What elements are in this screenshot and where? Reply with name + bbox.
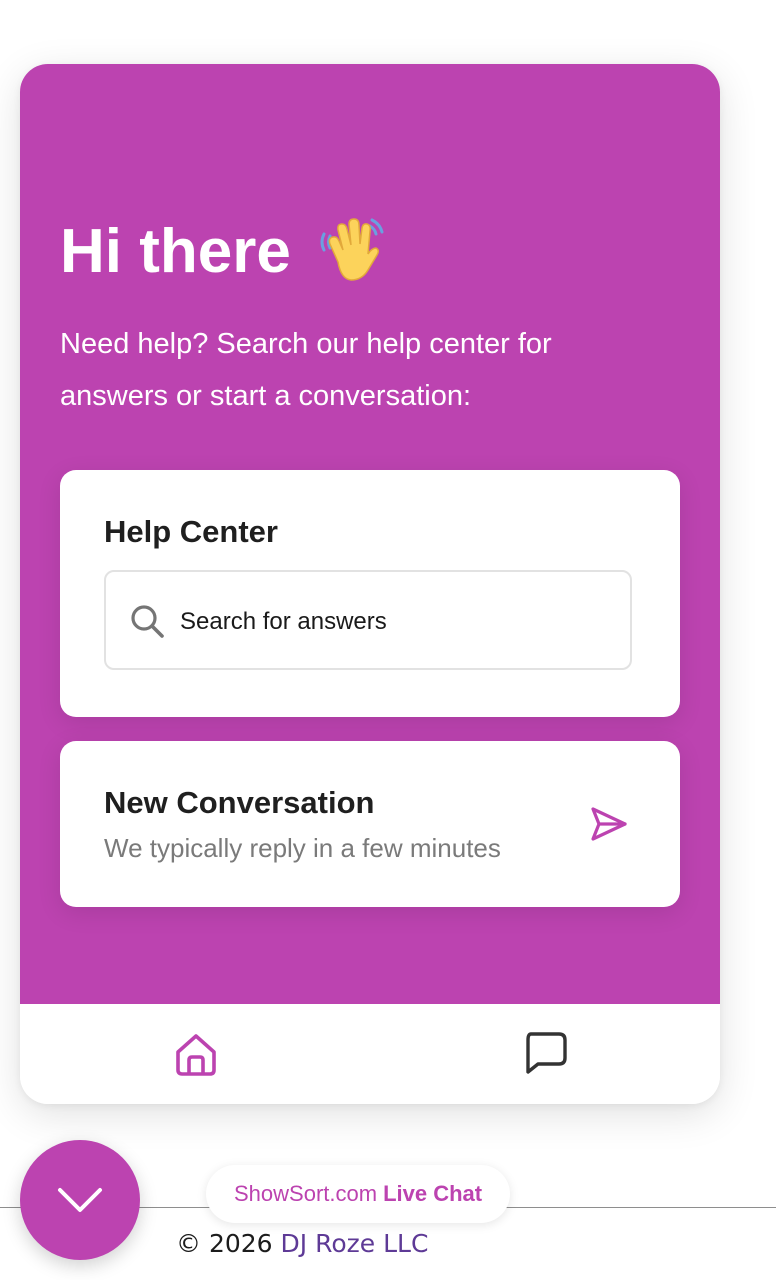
chat-launcher-button[interactable] bbox=[20, 1140, 140, 1260]
footer-copyright: © 2026 DJ Roze LLC bbox=[176, 1229, 428, 1258]
help-center-card: Help Center Search for answers bbox=[60, 470, 680, 717]
send-icon bbox=[588, 803, 630, 845]
live-chat-branding[interactable]: ShowSort.com Live Chat bbox=[206, 1165, 511, 1223]
widget-header: Hi there Need help? Search our help cent… bbox=[20, 64, 720, 1004]
home-icon[interactable] bbox=[172, 1030, 220, 1078]
brand-label: Live Chat bbox=[383, 1181, 483, 1206]
waving-hand-icon bbox=[316, 214, 388, 286]
page: © 2026 DJ Roze LLC Hi there Need help? S… bbox=[0, 0, 776, 1280]
new-conversation-button[interactable]: New Conversation We typically reply in a… bbox=[60, 741, 680, 907]
chat-bubble-icon[interactable] bbox=[522, 1030, 568, 1076]
greeting-heading: Hi there bbox=[60, 214, 388, 288]
reply-time-text: We typically reply in a few minutes bbox=[104, 833, 501, 863]
copyright-text: © 2026 bbox=[176, 1229, 273, 1258]
search-icon bbox=[128, 602, 168, 642]
help-center-title: Help Center bbox=[104, 514, 278, 549]
chevron-down-icon bbox=[58, 1188, 102, 1212]
company-link[interactable]: DJ Roze LLC bbox=[281, 1229, 429, 1258]
bottom-nav bbox=[20, 1004, 720, 1104]
new-conversation-title: New Conversation bbox=[104, 785, 375, 820]
search-input[interactable]: Search for answers bbox=[104, 570, 632, 670]
greeting-text: Hi there bbox=[60, 217, 291, 286]
search-placeholder: Search for answers bbox=[180, 608, 387, 635]
chat-widget: Hi there Need help? Search our help cent… bbox=[20, 64, 720, 1104]
brand-site: ShowSort.com bbox=[234, 1181, 378, 1206]
intro-text: Need help? Search our help center for an… bbox=[60, 328, 552, 412]
